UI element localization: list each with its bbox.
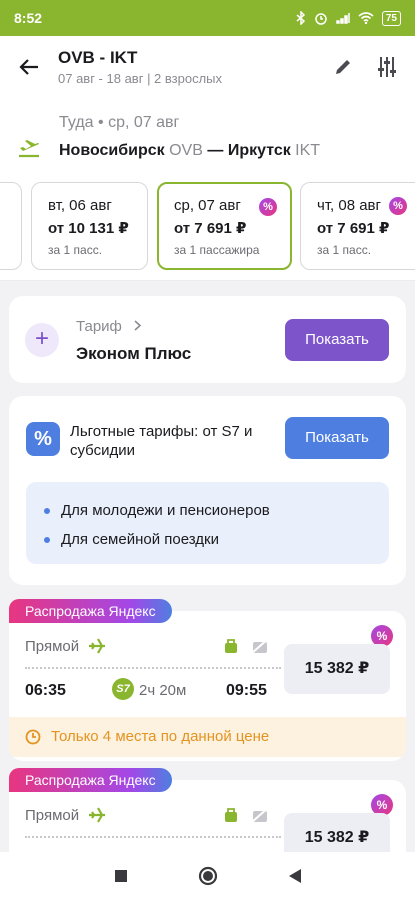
route-info: Туда • ср, 07 авг Новосибирск OVB — Ирку… bbox=[0, 98, 415, 178]
list-item: Для молодежи и пенсионеров bbox=[44, 502, 270, 519]
benefits-title: Льготные тарифы: от S7 и субсидии bbox=[70, 423, 253, 459]
status-bar: 8:52 75 bbox=[0, 0, 415, 36]
percent-icon: % bbox=[26, 422, 60, 456]
bluetooth-icon bbox=[296, 11, 305, 25]
date-card-0806[interactable]: вт, 06 авг от 10 131 ₽ за 1 пасс. bbox=[31, 182, 148, 270]
baggage-icon bbox=[225, 808, 237, 822]
page-title: OVB - IKT bbox=[58, 48, 138, 67]
list-item: Для семейной поездки bbox=[44, 531, 219, 548]
route-cities: Новосибирск OVB — Иркутск IKT bbox=[59, 142, 321, 159]
battery-icon: 75 bbox=[381, 10, 401, 26]
departure-time: 06:35 bbox=[25, 682, 66, 699]
sale-badge: Распродажа Яндекс bbox=[9, 599, 172, 623]
page-subtitle: 07 авг - 18 авг | 2 взрослых bbox=[58, 71, 223, 86]
date-card-0808[interactable]: чт, 08 авг от 7 691 ₽ за 1 пасс. % bbox=[300, 182, 415, 270]
flight-card[interactable]: Прямой 06:35 S7 2ч 20м 09:55 % 15 382 ₽ … bbox=[9, 611, 406, 761]
tariff-card: + Тариф Эконом Плюс Показать bbox=[9, 296, 406, 383]
flight-type: Прямой bbox=[25, 638, 80, 655]
plus-icon[interactable]: + bbox=[25, 323, 59, 357]
system-nav-bar bbox=[0, 852, 415, 900]
plane-icon bbox=[89, 638, 105, 654]
home-icon[interactable] bbox=[198, 866, 218, 886]
flight-duration: 2ч 20м bbox=[139, 682, 187, 699]
price-button[interactable]: 15 382 ₽ bbox=[284, 644, 390, 694]
baggage-icon bbox=[225, 639, 237, 653]
arrival-time: 09:55 bbox=[226, 682, 267, 699]
recent-apps-icon[interactable] bbox=[114, 869, 128, 883]
app-header: OVB - IKT 07 авг - 18 авг | 2 взрослых bbox=[0, 36, 415, 98]
benefits-card: % Льготные тарифы: от S7 и субсидии Пока… bbox=[9, 396, 406, 585]
no-baggage-icon bbox=[251, 807, 269, 823]
show-tariff-button[interactable]: Показать bbox=[285, 319, 389, 361]
no-baggage-icon bbox=[251, 638, 269, 654]
sale-badge: Распродажа Яндекс bbox=[9, 768, 172, 792]
tariff-label[interactable]: Тариф bbox=[76, 318, 142, 335]
plane-icon bbox=[89, 807, 105, 823]
date-carousel[interactable]: вт, 06 авг от 10 131 ₽ за 1 пасс. ср, 07… bbox=[0, 178, 415, 281]
tariff-name: Эконом Плюс bbox=[76, 344, 192, 363]
signal-icon bbox=[336, 13, 350, 24]
alarm-icon bbox=[315, 13, 327, 25]
benefits-list: Для молодежи и пенсионеров Для семейной … bbox=[26, 482, 389, 564]
date-card-prev-partial[interactable] bbox=[0, 182, 22, 270]
status-time: 8:52 bbox=[14, 10, 43, 26]
edit-button[interactable] bbox=[321, 58, 365, 76]
flight-type: Прямой bbox=[25, 807, 80, 824]
discount-icon: % bbox=[389, 197, 407, 215]
plane-takeoff-icon bbox=[19, 140, 39, 158]
seats-warning: Только 4 места по данной цене bbox=[9, 717, 406, 757]
discount-icon: % bbox=[259, 198, 277, 216]
wifi-icon bbox=[358, 12, 374, 24]
back-nav-icon[interactable] bbox=[288, 868, 302, 884]
show-benefits-button[interactable]: Показать bbox=[285, 417, 389, 459]
sliders-icon bbox=[378, 57, 396, 77]
date-card-0807-selected[interactable]: ср, 07 авг от 7 691 ₽ за 1 пассажира % bbox=[157, 182, 292, 270]
clock-icon bbox=[25, 729, 41, 745]
arrow-left-icon bbox=[19, 59, 38, 75]
route-direction: Туда • ср, 07 авг bbox=[59, 114, 180, 131]
chevron-right-icon bbox=[134, 320, 142, 331]
airline-logo: S7 bbox=[112, 678, 134, 700]
pencil-icon bbox=[336, 60, 350, 74]
filters-button[interactable] bbox=[365, 56, 409, 78]
back-button[interactable] bbox=[0, 58, 58, 76]
